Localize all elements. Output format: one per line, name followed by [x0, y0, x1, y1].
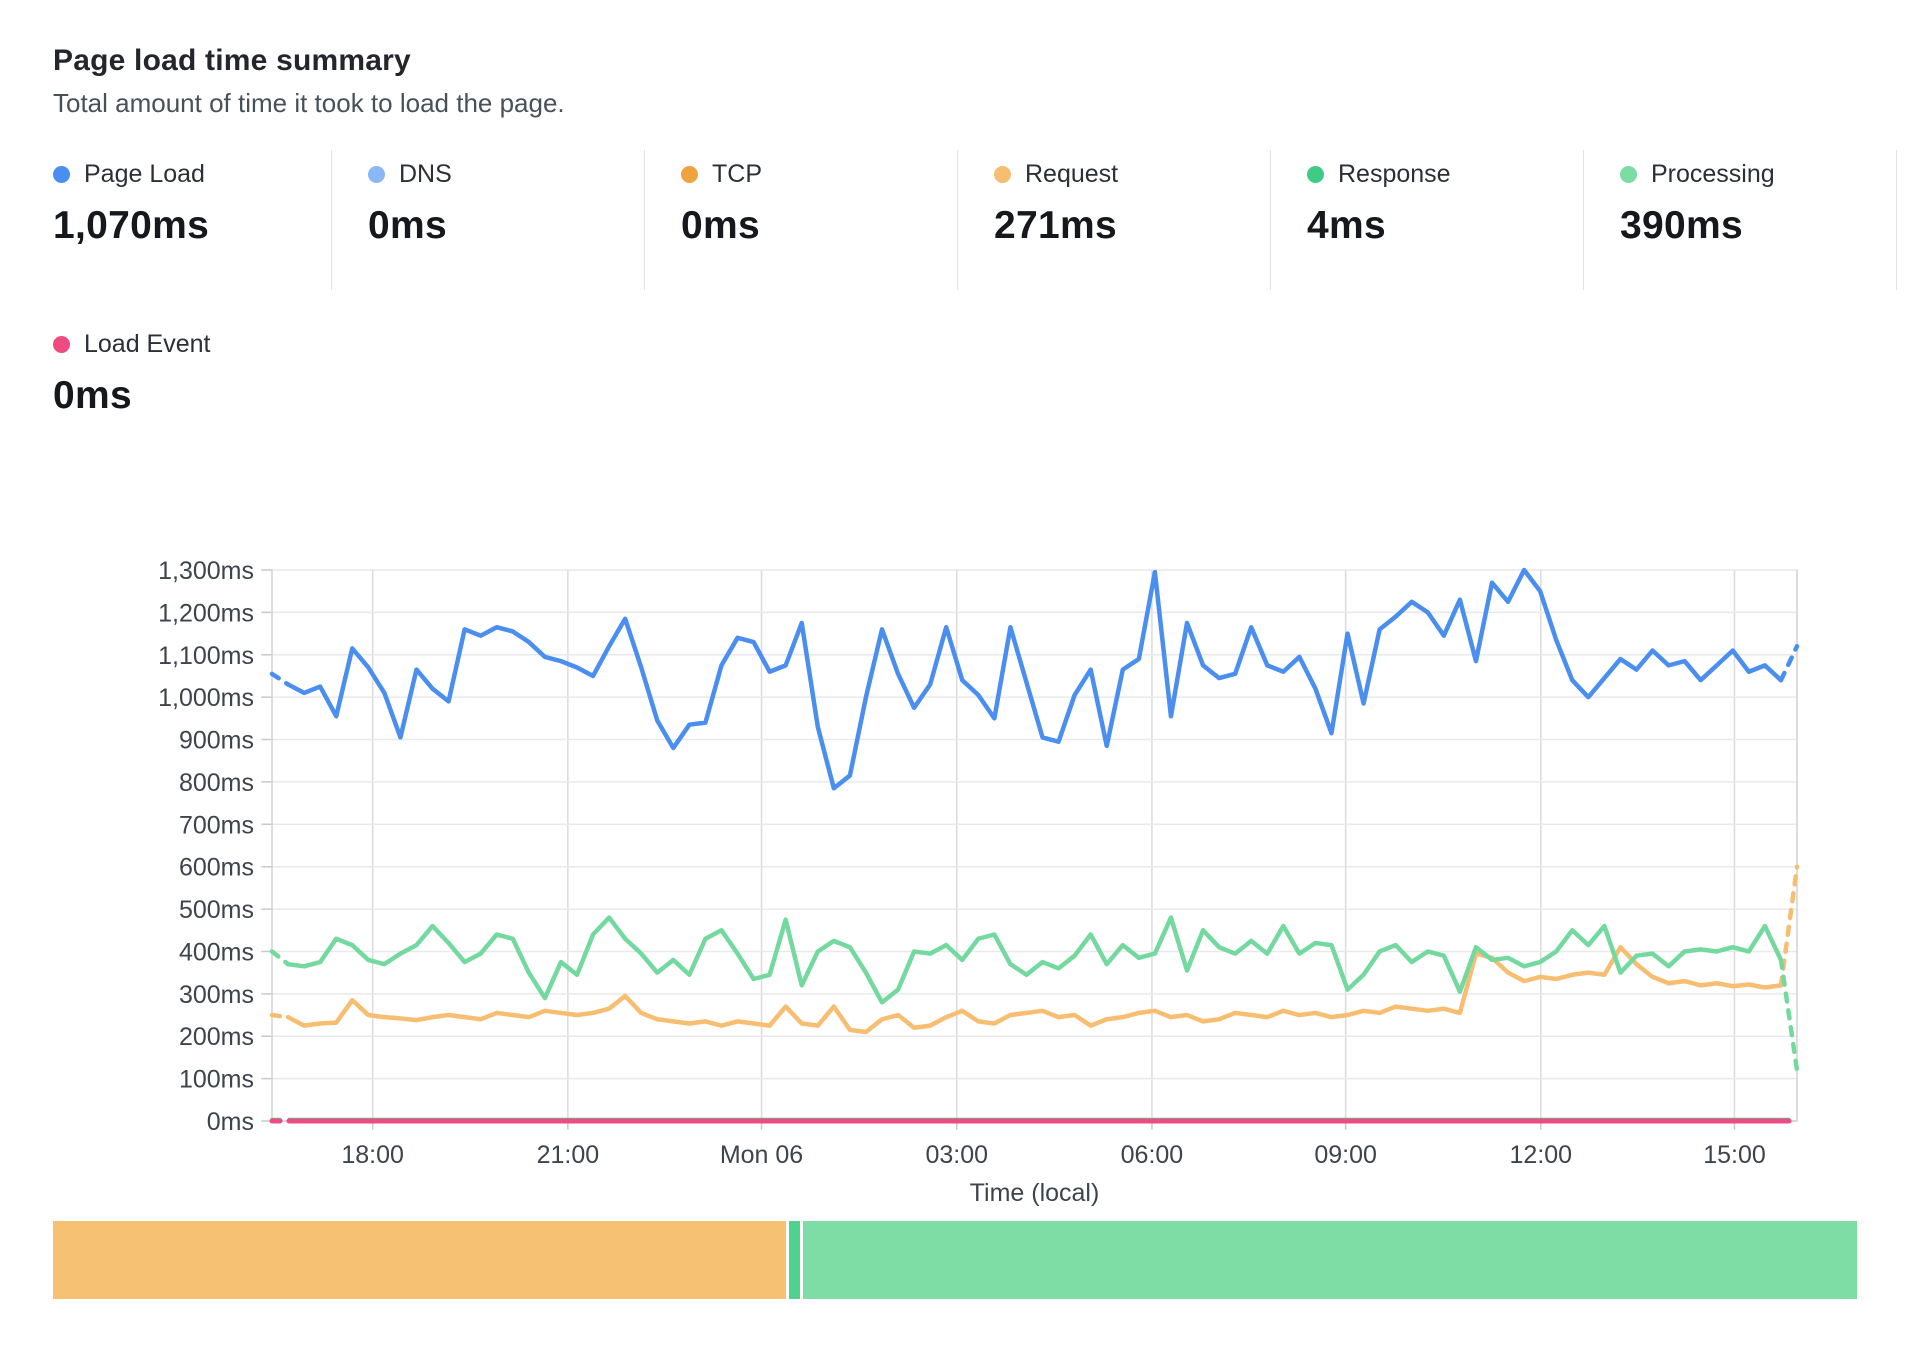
metric-label: Page Load — [84, 160, 205, 189]
svg-text:21:00: 21:00 — [537, 1141, 600, 1169]
svg-text:600ms: 600ms — [179, 854, 254, 882]
metric-legend: Processing — [1620, 158, 1896, 190]
svg-text:0ms: 0ms — [207, 1108, 254, 1136]
bar-segment-request — [53, 1221, 786, 1299]
metrics-secondary-row: Load Event 0ms — [53, 328, 211, 418]
response-legend-dot-icon — [1307, 166, 1324, 183]
svg-text:1,100ms: 1,100ms — [158, 642, 254, 670]
metric-label: DNS — [399, 160, 452, 189]
svg-text:300ms: 300ms — [179, 981, 254, 1009]
processing-legend-dot-icon — [1620, 166, 1637, 183]
page: { "header": { "title": "Page load time s… — [0, 0, 1910, 1352]
metric-processing: Processing 390ms — [1584, 150, 1897, 290]
dns-legend-dot-icon — [368, 166, 385, 183]
metric-legend: DNS — [368, 158, 644, 190]
metric-label: TCP — [712, 160, 762, 189]
timing-breakdown-bar — [53, 1221, 1857, 1299]
svg-text:1,300ms: 1,300ms — [158, 557, 254, 585]
page-title: Page load time summary — [53, 44, 411, 78]
svg-text:12:00: 12:00 — [1510, 1141, 1573, 1169]
svg-text:500ms: 500ms — [179, 896, 254, 924]
metric-legend: TCP — [681, 158, 957, 190]
svg-text:200ms: 200ms — [179, 1023, 254, 1051]
metric-dns: DNS 0ms — [332, 150, 645, 290]
svg-text:Mon 06: Mon 06 — [720, 1141, 803, 1169]
svg-text:1,000ms: 1,000ms — [158, 684, 254, 712]
metric-value: 1,070ms — [53, 204, 331, 248]
metric-legend: Load Event — [53, 328, 211, 360]
svg-text:09:00: 09:00 — [1314, 1141, 1377, 1169]
metric-label: Load Event — [84, 330, 211, 359]
metrics-summary-row: Page Load 1,070ms DNS 0ms TCP 0ms Request 271ms… — [53, 150, 1897, 290]
svg-text:700ms: 700ms — [179, 811, 254, 839]
metric-legend: Page Load — [53, 158, 331, 190]
x-axis-title: Time (local) — [970, 1179, 1100, 1207]
metric-request: Request 271ms — [958, 150, 1271, 290]
load-event-legend-dot-icon — [53, 336, 70, 353]
svg-text:100ms: 100ms — [179, 1066, 254, 1094]
metric-page-load: Page Load 1,070ms — [53, 150, 332, 290]
page-load-time-chart: 0ms 100ms 200ms 300ms 400ms 500ms 600ms 700ms 80… — [0, 440, 1910, 1230]
metric-label: Processing — [1651, 160, 1775, 189]
tcp-legend-dot-icon — [681, 166, 698, 183]
line-chart-canvas: 0ms 100ms 200ms 300ms 400ms 500ms 600ms 700ms 80… — [0, 440, 1910, 1230]
metric-load-event: Load Event 0ms — [53, 328, 211, 418]
request-legend-dot-icon — [994, 166, 1011, 183]
bar-segment-response — [789, 1221, 800, 1299]
svg-text:03:00: 03:00 — [925, 1141, 988, 1169]
svg-text:06:00: 06:00 — [1121, 1141, 1184, 1169]
metric-legend: Request — [994, 158, 1270, 190]
page-subtitle: Total amount of time it took to load the… — [53, 88, 565, 119]
metric-label: Response — [1338, 160, 1451, 189]
svg-text:15:00: 15:00 — [1703, 1141, 1766, 1169]
svg-text:18:00: 18:00 — [341, 1141, 404, 1169]
metric-value: 390ms — [1620, 204, 1896, 248]
metric-value: 0ms — [53, 374, 211, 418]
svg-text:1,200ms: 1,200ms — [158, 599, 254, 627]
metric-response: Response 4ms — [1271, 150, 1584, 290]
metric-tcp: TCP 0ms — [645, 150, 958, 290]
svg-text:400ms: 400ms — [179, 938, 254, 966]
metric-label: Request — [1025, 160, 1118, 189]
bar-segment-processing — [803, 1221, 1857, 1299]
metric-value: 0ms — [368, 204, 644, 248]
svg-text:800ms: 800ms — [179, 769, 254, 797]
svg-text:900ms: 900ms — [179, 727, 254, 755]
metric-value: 4ms — [1307, 204, 1583, 248]
metric-value: 271ms — [994, 204, 1270, 248]
page-load-legend-dot-icon — [53, 166, 70, 183]
metric-value: 0ms — [681, 204, 957, 248]
metric-legend: Response — [1307, 158, 1583, 190]
